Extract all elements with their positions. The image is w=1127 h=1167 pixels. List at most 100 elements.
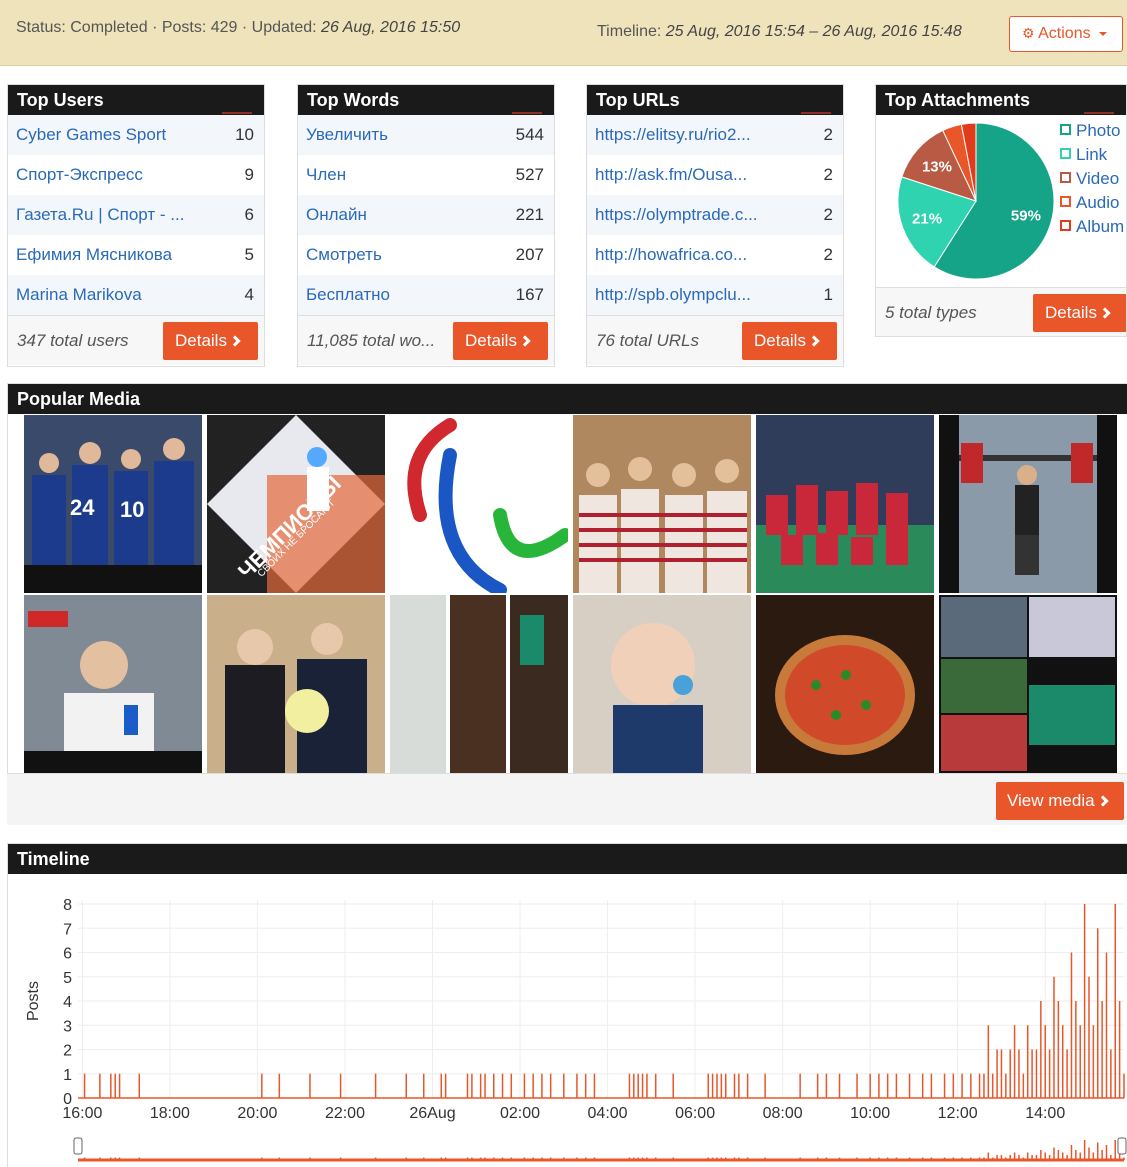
- list-item[interactable]: Смотреть 207: [298, 235, 554, 275]
- media-team-celebration[interactable]: [756, 415, 934, 593]
- range-handle-right[interactable]: [1117, 1137, 1127, 1155]
- x-tick-label: 22:00: [325, 1105, 365, 1122]
- media-horses[interactable]: [390, 595, 568, 773]
- chevron-right-icon: [229, 335, 241, 347]
- legend-item-album[interactable]: Album: [1060, 217, 1124, 241]
- top-urls-panel: Top URLs https://elitsy.ru/rio2... 2 http…: [586, 84, 844, 367]
- attachments-details-button[interactable]: Details: [1033, 294, 1126, 332]
- legend-item-audio[interactable]: Audio: [1060, 193, 1124, 217]
- top-users-panel: Top Users Cyber Games Sport 10 Спорт-Эксп…: [7, 84, 265, 367]
- svg-text:24: 24: [70, 495, 95, 520]
- gear-icon: ⚙: [1022, 25, 1035, 41]
- media-handball-champions[interactable]: ЧЕМПИОНЫ СВОИХ НЕ БРОСАЮТ: [207, 415, 385, 593]
- panel-footer: 347 total users Details: [8, 315, 264, 365]
- panel-title: Top Users: [8, 85, 264, 115]
- panel-title: Top Words: [298, 85, 554, 115]
- chevron-right-icon: [1099, 307, 1111, 319]
- top-words-panel: Top Words Увеличить 544 Член 527 Онлайн 221…: [297, 84, 555, 367]
- panel-footer: 11,085 total wo... Details: [298, 315, 554, 365]
- y-tick-label: 3: [63, 1018, 72, 1035]
- timeline-range: Timeline: 25 Aug, 2016 15:54 – 26 Aug, 2…: [597, 23, 962, 41]
- list-item[interactable]: https://olymptrade.c... 2: [587, 195, 843, 235]
- list-item[interactable]: Член 527: [298, 155, 554, 195]
- panel-title: Popular Media: [8, 384, 1127, 414]
- y-tick-label: 5: [63, 970, 72, 987]
- x-tick-label: 06:00: [675, 1105, 715, 1122]
- x-tick-label: 14:00: [1025, 1105, 1065, 1122]
- legend-item-video[interactable]: Video: [1060, 169, 1124, 193]
- panel-footer: 76 total URLs Details: [587, 315, 843, 365]
- x-tick-label: 26Aug: [409, 1105, 455, 1122]
- panel-title: Top Attachments: [876, 85, 1126, 115]
- urls-details-button[interactable]: Details: [742, 322, 837, 360]
- actions-button[interactable]: ⚙ Actions: [1009, 16, 1123, 52]
- x-tick-label: 08:00: [763, 1105, 803, 1122]
- actions-label: Actions: [1038, 25, 1091, 42]
- panel-footer: 5 total types Details: [876, 287, 1126, 336]
- legend-swatch: [1060, 220, 1071, 231]
- x-tick-label: 12:00: [938, 1105, 978, 1122]
- top-words-list: Увеличить 544 Член 527 Онлайн 221 Смотреть 2…: [298, 115, 554, 315]
- media-grid: 24 10 ЧЕМПИОНЫ СВОИХ НЕ БРОСАЮТ: [24, 415, 1117, 773]
- media-paralympic-logo[interactable]: [390, 415, 568, 593]
- legend-swatch: [1060, 172, 1071, 183]
- media-collage[interactable]: [939, 595, 1117, 773]
- words-details-button[interactable]: Details: [453, 322, 548, 360]
- media-girls-group[interactable]: [573, 415, 751, 593]
- list-item[interactable]: Бесплатно 167: [298, 275, 554, 315]
- list-item[interactable]: Ефимия Мясникова 5: [8, 235, 264, 275]
- list-item[interactable]: http://ask.fm/Ousa... 2: [587, 155, 843, 195]
- list-item[interactable]: Marina Marikova 4: [8, 275, 264, 315]
- media-weightlifter[interactable]: [939, 415, 1117, 593]
- pie-label: 59%: [1011, 208, 1041, 225]
- legend-item-link[interactable]: Link: [1060, 145, 1124, 169]
- chevron-right-icon: [808, 335, 820, 347]
- caret-down-icon: [1099, 31, 1108, 36]
- panel-title: Timeline: [8, 844, 1127, 874]
- popular-media-panel: Popular Media 24 10 ЧЕМПИОНЫ СВОИХ НЕ БРО…: [7, 383, 1127, 825]
- y-tick-label: 0: [63, 1091, 72, 1108]
- view-media-button[interactable]: View media: [996, 782, 1124, 820]
- legend-swatch: [1060, 196, 1071, 207]
- list-item[interactable]: Cyber Games Sport 10: [8, 115, 264, 155]
- list-item[interactable]: Газета.Ru | Спорт - ... 6: [8, 195, 264, 235]
- svg-text:10: 10: [120, 497, 144, 522]
- y-tick-label: 8: [63, 897, 72, 914]
- range-handle-left[interactable]: [73, 1137, 83, 1155]
- legend-swatch: [1060, 148, 1071, 159]
- x-tick-label: 20:00: [237, 1105, 277, 1122]
- legend-swatch: [1060, 124, 1071, 135]
- media-putin-flowers[interactable]: [207, 595, 385, 773]
- total-urls: 76 total URLs: [596, 331, 699, 350]
- media-pizza[interactable]: [756, 595, 934, 773]
- updated-time: 26 Aug, 2016 15:50: [321, 19, 461, 36]
- total-words: 11,085 total wo...: [307, 331, 436, 350]
- pie-label: 21%: [912, 211, 942, 228]
- timeline-chart: 16:00 18:00 20:00 22:00 26Aug 02:00 04:00 06:00…: [25, 897, 1127, 1162]
- y-axis-label: Posts: [25, 981, 42, 1021]
- list-item[interactable]: http://spb.olympclu... 1: [587, 275, 843, 315]
- y-tick-label: 1: [63, 1067, 72, 1084]
- x-tick-label: 10:00: [850, 1105, 890, 1122]
- list-item[interactable]: Онлайн 221: [298, 195, 554, 235]
- list-item[interactable]: http://howafrica.co... 2: [587, 235, 843, 275]
- chevron-right-icon: [519, 335, 531, 347]
- timeline-range-value: 25 Aug, 2016 15:54 – 26 Aug, 2016 15:48: [665, 23, 962, 40]
- media-hockey-team[interactable]: 24 10: [24, 415, 202, 593]
- list-item[interactable]: Увеличить 544: [298, 115, 554, 155]
- chevron-right-icon: [1096, 795, 1109, 807]
- media-reporter[interactable]: [24, 595, 202, 773]
- legend-item-photo[interactable]: Photo: [1060, 121, 1124, 145]
- users-details-button[interactable]: Details: [163, 322, 258, 360]
- x-tick-label: 02:00: [500, 1105, 540, 1122]
- y-tick-label: 7: [63, 921, 72, 938]
- timeline-label: Timeline:: [597, 23, 666, 40]
- y-tick-label: 4: [63, 994, 72, 1011]
- list-item[interactable]: Спорт-Экспресс 9: [8, 155, 264, 195]
- top-users-list: Cyber Games Sport 10 Спорт-Экспресс 9 Газе…: [8, 115, 264, 315]
- timeline-panel: Timeline 16:00 18:00 20:00 22:00 26Aug 02:00 0…: [7, 843, 1127, 1167]
- list-item[interactable]: https://elitsy.ru/rio2... 2: [587, 115, 843, 155]
- status-bar: Status: Completed · Posts: 429 · Updated…: [0, 0, 1127, 66]
- media-baby[interactable]: [573, 595, 751, 773]
- pie-label: 13%: [922, 159, 952, 176]
